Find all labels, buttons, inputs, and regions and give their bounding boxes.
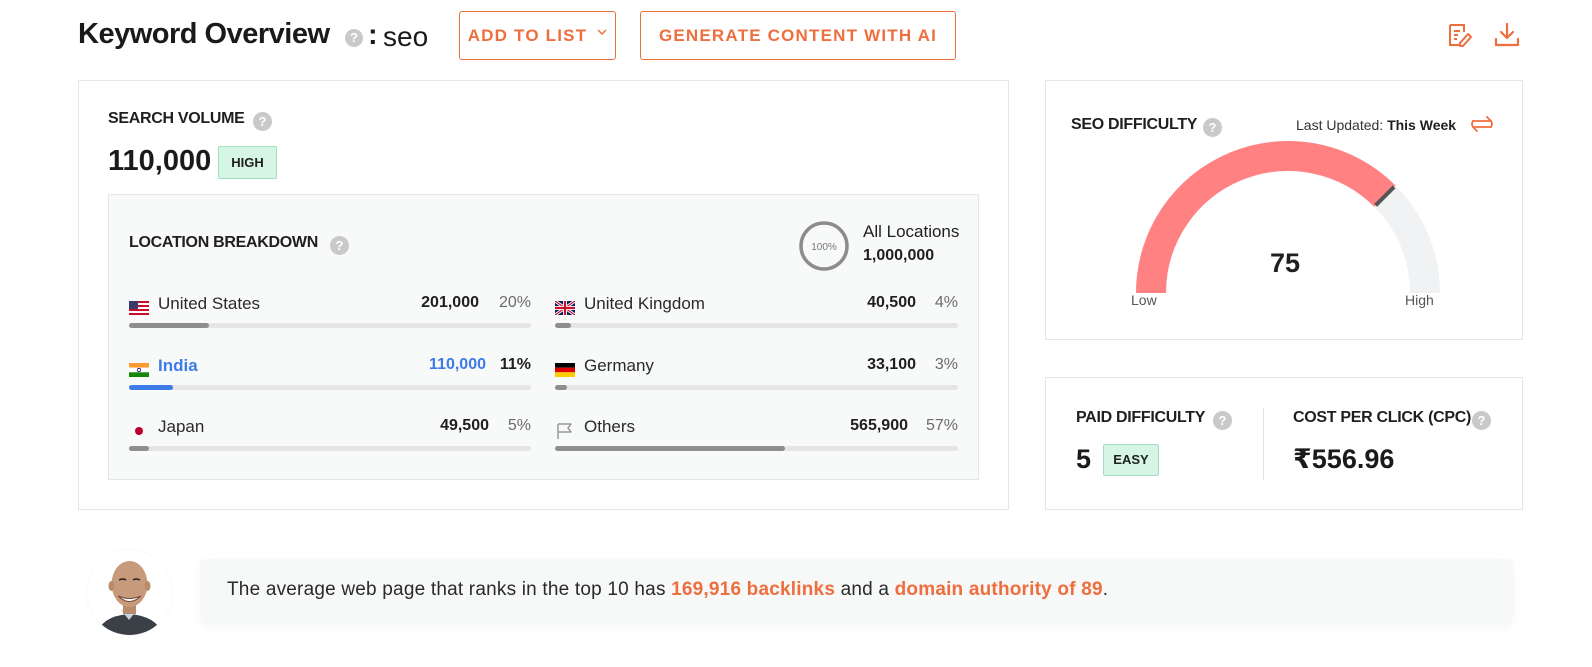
location-row-united-kingdom[interactable]: United Kingdom 40,500 4% xyxy=(554,294,958,334)
volume-level-badge: HIGH xyxy=(218,146,277,179)
location-row-united-states[interactable]: United States 201,000 20% xyxy=(129,294,531,334)
page-title: Keyword Overview xyxy=(78,18,330,50)
location-count: 33,100 xyxy=(867,356,916,373)
backlinks-highlight: 169,916 backlinks xyxy=(671,579,836,600)
location-percent: 57% xyxy=(925,417,958,434)
location-row-germany[interactable]: Germany 33,100 3% xyxy=(555,356,958,396)
flag-outline-icon xyxy=(555,423,575,439)
location-name: United States xyxy=(158,294,261,313)
search-volume-value: 110,000 xyxy=(108,145,212,177)
add-to-list-label: ADD TO LIST xyxy=(467,25,588,45)
chevron-down-icon xyxy=(597,27,607,39)
search-volume-card: SEARCH VOLUME ? 110,000 HIGH LOCATION BR… xyxy=(78,80,1009,510)
cpc-value: ₹556.96 xyxy=(1293,444,1395,474)
download-icon[interactable] xyxy=(1492,20,1522,50)
gauge-high-label: High xyxy=(1405,292,1434,308)
location-percent: 3% xyxy=(934,356,958,373)
title-colon: : xyxy=(368,19,378,51)
location-bar-fill xyxy=(555,446,785,451)
location-bar-fill xyxy=(129,446,150,451)
cpc-label: COST PER CLICK (CPC) xyxy=(1293,409,1472,426)
domain-authority-highlight: domain authority of 89 xyxy=(894,579,1103,600)
location-name: Others xyxy=(584,417,636,436)
location-name: Japan xyxy=(158,417,205,436)
location-count: 565,900 xyxy=(850,417,908,434)
all-locations-value: 1,000,000 xyxy=(863,247,935,264)
location-bar-fill xyxy=(129,323,210,328)
germany-flag-icon xyxy=(555,363,575,377)
location-bar-fill xyxy=(129,385,174,390)
banner-text: The average web page that ranks in the t… xyxy=(227,579,1108,601)
last-updated-text: Last Updated: This Week xyxy=(1296,117,1456,133)
location-bar-track xyxy=(129,323,531,328)
add-to-list-button[interactable]: ADD TO LIST xyxy=(459,11,616,60)
location-name: United Kingdom xyxy=(584,294,705,313)
edit-report-icon[interactable] xyxy=(1444,20,1474,50)
india-flag-icon xyxy=(129,363,149,377)
location-percent: 4% xyxy=(934,294,958,311)
help-icon[interactable]: ? xyxy=(345,29,363,47)
location-percent: 20% xyxy=(498,294,531,311)
generate-content-button[interactable]: GENERATE CONTENT WITH AI xyxy=(640,11,956,60)
location-percent: 5% xyxy=(507,417,531,434)
seo-difficulty-gauge xyxy=(1136,141,1440,294)
avatar xyxy=(87,550,172,635)
location-bar-track xyxy=(129,385,531,390)
seo-difficulty-value: 75 xyxy=(1269,248,1301,278)
location-bar-track xyxy=(129,446,531,451)
us-flag-icon xyxy=(129,301,149,315)
page-header: Keyword Overview ? : seo ADD TO LIST GEN… xyxy=(78,10,1538,62)
help-icon[interactable]: ? xyxy=(253,112,272,131)
paid-difficulty-value: 5 xyxy=(1076,444,1092,474)
paid-difficulty-label: PAID DIFFICULTY xyxy=(1076,409,1206,426)
refresh-icon[interactable] xyxy=(1469,113,1495,135)
location-breakdown-label: LOCATION BREAKDOWN xyxy=(129,234,318,251)
insight-banner: The average web page that ranks in the t… xyxy=(200,559,1513,623)
banner-text-part: . xyxy=(1102,579,1109,600)
ring-label: 100% xyxy=(811,242,837,253)
location-row-others[interactable]: Others 565,900 57% xyxy=(555,417,958,457)
location-name: India xyxy=(158,356,198,375)
location-bar-track xyxy=(555,385,958,390)
last-updated-prefix: Last Updated: xyxy=(1296,117,1384,133)
location-name: Germany xyxy=(584,356,654,375)
banner-text-part: The average web page that ranks in the t… xyxy=(227,579,672,600)
gauge-low-label: Low xyxy=(1131,292,1157,308)
location-bar-track xyxy=(555,446,958,451)
uk-flag-icon xyxy=(554,299,576,317)
last-updated-value: This Week xyxy=(1387,117,1457,133)
location-row-india[interactable]: India 110,000 11% xyxy=(129,356,531,396)
help-icon[interactable]: ? xyxy=(1213,411,1232,430)
location-count: 201,000 xyxy=(421,294,479,311)
japan-flag-icon xyxy=(129,424,149,438)
help-icon[interactable]: ? xyxy=(1472,411,1491,430)
seo-difficulty-label: SEO DIFFICULTY xyxy=(1071,116,1198,133)
location-percent: 11% xyxy=(499,356,531,373)
seo-difficulty-card: SEO DIFFICULTY ? Last Updated: This Week… xyxy=(1045,80,1523,340)
location-breakdown-panel: LOCATION BREAKDOWN ? 100% All Locations … xyxy=(108,194,979,480)
location-bar-track xyxy=(555,323,958,328)
location-count: 49,500 xyxy=(440,417,489,434)
divider xyxy=(1263,408,1264,480)
search-volume-label: SEARCH VOLUME xyxy=(108,110,245,127)
location-row-japan[interactable]: Japan 49,500 5% xyxy=(129,417,531,457)
location-count: 40,500 xyxy=(867,294,916,311)
all-locations-ring: 100% xyxy=(798,220,850,272)
location-bar-fill xyxy=(555,323,572,328)
keyword-text: seo xyxy=(383,21,429,52)
paid-difficulty-card: PAID DIFFICULTY ? 5 EASY COST PER CLICK … xyxy=(1045,377,1523,510)
paid-difficulty-badge: EASY xyxy=(1103,444,1159,476)
help-icon[interactable]: ? xyxy=(1203,118,1222,137)
location-bar-fill xyxy=(555,385,568,390)
all-locations-label: All Locations xyxy=(863,222,960,241)
location-count: 110,000 xyxy=(429,356,486,373)
help-icon[interactable]: ? xyxy=(330,236,349,255)
banner-text-part: and a xyxy=(835,579,895,600)
